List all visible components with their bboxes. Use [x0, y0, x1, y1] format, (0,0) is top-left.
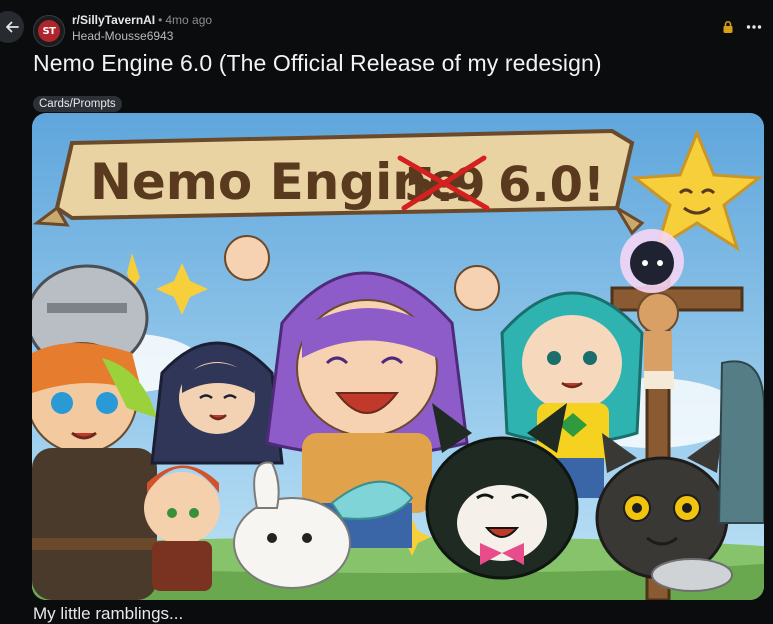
- meta-separator: •: [158, 13, 163, 27]
- post-body-preview: My little ramblings...: [33, 604, 184, 623]
- redhead-character: [144, 465, 220, 591]
- post-title[interactable]: Nemo Engine 6.0 (The Official Release of…: [33, 50, 602, 77]
- post-flair[interactable]: Cards/Prompts: [33, 96, 122, 112]
- back-button[interactable]: [0, 11, 24, 43]
- post-image[interactable]: Nemo Engine 5.9 6.0!: [32, 113, 764, 600]
- subreddit-avatar[interactable]: ST: [33, 15, 65, 47]
- new-version: 6.0!: [498, 157, 605, 213]
- avatar-text: ST: [38, 20, 60, 42]
- lock-icon: [723, 21, 733, 33]
- more-options-icon[interactable]: [745, 18, 763, 36]
- arrow-left-icon: [6, 21, 19, 33]
- post-time: 4mo ago: [165, 13, 213, 27]
- nemo-engine-illustration: Nemo Engine 5.9 6.0!: [32, 113, 764, 600]
- subreddit-link[interactable]: r/SillyTavernAI: [72, 13, 155, 27]
- post-meta: r/SillyTavernAI • 4mo ago Head-Mousse6943: [72, 13, 212, 44]
- author-link[interactable]: Head-Mousse6943: [72, 29, 212, 44]
